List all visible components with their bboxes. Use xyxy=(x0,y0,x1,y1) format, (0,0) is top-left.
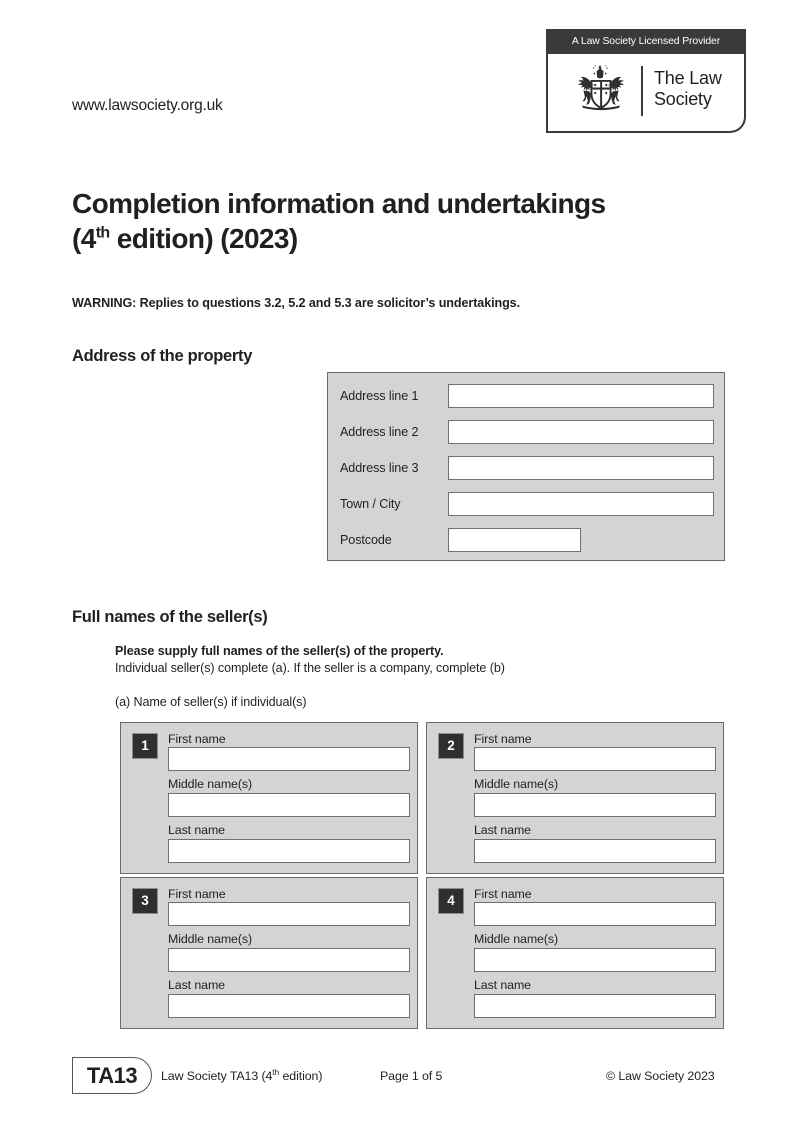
seller-1-last-name-label: Last name xyxy=(168,823,225,837)
seller-3-last-name-input[interactable] xyxy=(168,994,410,1018)
seller-2-first-name-label: First name xyxy=(474,732,532,746)
seller-3-middle-names-input[interactable] xyxy=(168,948,410,972)
law-society-logo: A Law Society Licensed Provider The Law … xyxy=(546,29,746,133)
footer-form-name-prefix: Law Society TA13 (4 xyxy=(161,1069,273,1083)
logo-body: The Law Society xyxy=(546,54,746,133)
page-title-line-1: Completion information and undertakings xyxy=(72,188,606,219)
seller-4-last-name-input[interactable] xyxy=(474,994,716,1018)
address-panel: Address line 1 Address line 2 Address li… xyxy=(327,372,725,561)
logo-divider xyxy=(641,66,643,116)
document-page: www.lawsociety.org.uk A Law Society Lice… xyxy=(0,0,800,1130)
licensed-provider-text: A Law Society Licensed Provider xyxy=(571,36,721,47)
seller-3-middle-names-label: Middle name(s) xyxy=(168,932,252,946)
seller-1-last-name-input[interactable] xyxy=(168,839,410,863)
sellers-instruction-regular: Individual seller(s) complete (a). If th… xyxy=(115,661,505,675)
website-url: www.lawsociety.org.uk xyxy=(72,97,223,114)
postcode-label: Postcode xyxy=(340,533,392,547)
section-heading-address: Address of the property xyxy=(72,347,253,365)
seller-number-badge-2: 2 xyxy=(438,733,464,759)
seller-block-2: 2 First name Middle name(s) Last name xyxy=(426,722,724,874)
logo-wordmark-line-2: Society xyxy=(654,89,712,109)
seller-3-first-name-label: First name xyxy=(168,887,226,901)
address-line-3-label: Address line 3 xyxy=(340,461,419,475)
seller-2-middle-names-input[interactable] xyxy=(474,793,716,817)
form-code-badge: TA13 xyxy=(72,1057,152,1094)
address-line-2-label: Address line 2 xyxy=(340,425,419,439)
law-society-crest-icon xyxy=(578,65,624,111)
address-line-1-label: Address line 1 xyxy=(340,389,419,403)
seller-2-first-name-input[interactable] xyxy=(474,747,716,771)
seller-1-middle-names-input[interactable] xyxy=(168,793,410,817)
logo-wordmark-line-1: The Law xyxy=(654,68,722,88)
address-line-2-input[interactable] xyxy=(448,420,714,444)
page-title: Completion information and undertakings … xyxy=(72,186,732,256)
section-heading-sellers: Full names of the seller(s) xyxy=(72,608,268,626)
seller-2-last-name-label: Last name xyxy=(474,823,531,837)
seller-4-last-name-label: Last name xyxy=(474,978,531,992)
page-title-edition-ordinal: th xyxy=(95,224,111,242)
seller-4-middle-names-input[interactable] xyxy=(474,948,716,972)
warning-notice: WARNING: Replies to questions 3.2, 5.2 a… xyxy=(72,296,520,310)
seller-2-last-name-input[interactable] xyxy=(474,839,716,863)
seller-block-1: 1 First name Middle name(s) Last name xyxy=(120,722,418,874)
seller-2-middle-names-label: Middle name(s) xyxy=(474,777,558,791)
address-line-3-input[interactable] xyxy=(448,456,714,480)
seller-4-middle-names-label: Middle name(s) xyxy=(474,932,558,946)
sellers-instruction-bold: Please supply full names of the seller(s… xyxy=(115,644,444,658)
address-line-1-input[interactable] xyxy=(448,384,714,408)
town-city-input[interactable] xyxy=(448,492,714,516)
seller-1-middle-names-label: Middle name(s) xyxy=(168,777,252,791)
seller-number-badge-1: 1 xyxy=(132,733,158,759)
seller-1-first-name-input[interactable] xyxy=(168,747,410,771)
page-title-edition-prefix: (4 xyxy=(72,223,96,254)
footer-copyright: © Law Society 2023 xyxy=(606,1069,715,1083)
seller-4-first-name-label: First name xyxy=(474,887,532,901)
seller-block-4: 4 First name Middle name(s) Last name xyxy=(426,877,724,1029)
seller-3-first-name-input[interactable] xyxy=(168,902,410,926)
seller-number-badge-4: 4 xyxy=(438,888,464,914)
town-city-label: Town / City xyxy=(340,497,401,511)
logo-wordmark: The Law Society xyxy=(654,68,722,110)
page-title-edition-suffix: edition) (2023) xyxy=(109,223,298,254)
footer-page-indicator: Page 1 of 5 xyxy=(380,1069,443,1083)
postcode-input[interactable] xyxy=(448,528,581,552)
footer-form-name-suffix: edition) xyxy=(279,1069,323,1083)
seller-1-first-name-label: First name xyxy=(168,732,226,746)
seller-block-3: 3 First name Middle name(s) Last name xyxy=(120,877,418,1029)
seller-4-first-name-input[interactable] xyxy=(474,902,716,926)
footer-form-name: Law Society TA13 (4th edition) xyxy=(161,1068,323,1083)
seller-number-badge-3: 3 xyxy=(132,888,158,914)
seller-3-last-name-label: Last name xyxy=(168,978,225,992)
sellers-subsection-label: (a) Name of seller(s) if individual(s) xyxy=(115,695,307,709)
